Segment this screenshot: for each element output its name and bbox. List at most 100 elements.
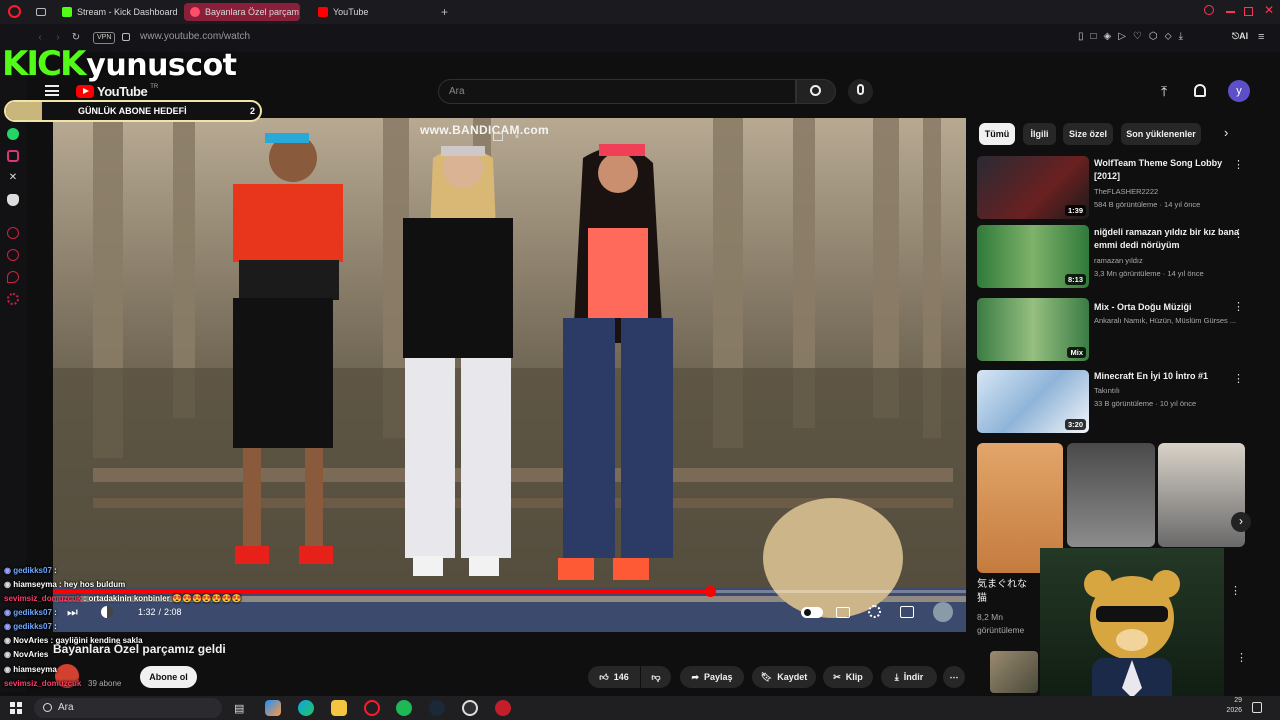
opera-logo-icon[interactable] — [8, 5, 21, 18]
thumbnail: 1:39 — [977, 156, 1089, 219]
maximize-icon[interactable] — [1244, 7, 1253, 16]
vpn-badge[interactable]: VPN — [93, 32, 116, 44]
back-icon[interactable]: ‹ — [34, 32, 46, 44]
lock-icon[interactable] — [122, 33, 130, 41]
short-thumbnail-penguin[interactable] — [1158, 443, 1245, 547]
chat-message: ◉ hiamseyma : hey hos buldum — [4, 580, 126, 589]
wooden-bench — [93, 468, 953, 482]
chat-message: ◉ NovAries — [4, 650, 49, 659]
instagram-icon[interactable] — [7, 150, 19, 162]
autoplay-toggle[interactable] — [801, 607, 823, 618]
close-window-icon[interactable]: ✕ — [1264, 3, 1274, 17]
more-actions-button[interactable]: ⋯ — [943, 666, 965, 688]
search-tabs-icon[interactable] — [1204, 5, 1214, 15]
minimize-icon[interactable] — [1226, 11, 1235, 13]
like-button[interactable]: 👍︎ 146 — [588, 666, 640, 688]
next-video-icon[interactable]: ⏭ — [67, 605, 78, 620]
volume-icon[interactable] — [101, 606, 113, 618]
chip-for-you[interactable]: Size özel — [1063, 123, 1113, 145]
settings-gear-icon[interactable] — [868, 605, 881, 618]
messenger-icon[interactable] — [7, 271, 19, 283]
history-icon[interactable] — [7, 249, 19, 261]
pause-overlay-icon[interactable]: ⏸ — [515, 132, 519, 142]
kick-logo: KICK — [2, 44, 86, 84]
subscribe-button[interactable]: Abone ol — [140, 666, 197, 688]
edge-icon[interactable] — [298, 700, 314, 716]
browser-tab-bar: Stream - Kick Dashboard Bayanlara Özel p… — [0, 0, 1280, 24]
chips-next-icon[interactable]: › — [1224, 125, 1228, 140]
more-options-icon[interactable]: ⋮ — [1233, 158, 1244, 171]
upload-icon[interactable]: ⤒ — [1161, 83, 1167, 100]
recommendation-item[interactable]: Mix Mix - Orta Doğu Müziği Ankaralı Namı… — [977, 298, 1267, 364]
notifications-bell-icon[interactable] — [1194, 84, 1206, 97]
chip-recent[interactable]: Son yüklenenler — [1121, 123, 1201, 145]
obs-icon[interactable] — [462, 700, 478, 716]
task-view-icon[interactable]: ▤ — [234, 702, 244, 715]
notification-center-icon[interactable] — [1252, 702, 1262, 713]
fullscreen-icon[interactable] — [933, 602, 953, 622]
youtube-logo[interactable]: YouTube TR — [76, 84, 158, 99]
save-button[interactable]: 🔖︎ Kaydet — [752, 666, 816, 688]
copilot-icon[interactable] — [265, 700, 281, 716]
search-button[interactable] — [796, 79, 836, 104]
url-field[interactable]: www.youtube.com/watch — [140, 31, 250, 42]
forward-icon[interactable]: › — [52, 32, 64, 44]
miniplayer-button-icon[interactable] — [900, 606, 914, 618]
tab-youtube-video[interactable]: Bayanlara Özel parçam — [184, 3, 300, 21]
bandicam-icon[interactable] — [495, 700, 511, 716]
tab-youtube[interactable]: YouTube — [312, 3, 432, 21]
x-twitter-icon[interactable]: ✕ — [7, 172, 19, 184]
short-views: 8,2 Mn görüntüleme — [977, 612, 1025, 635]
next-recommendation-thumbnail[interactable] — [990, 651, 1038, 693]
ai-button[interactable]: ⎋AI — [1232, 31, 1248, 42]
search-input[interactable]: Ara — [449, 86, 465, 97]
share-button[interactable]: ➦ Paylaş — [680, 666, 744, 688]
bear-avatar — [1084, 570, 1180, 720]
recommendation-item[interactable]: 8:13 niğdeli ramazan yıldız bir kız bana… — [977, 225, 1267, 291]
recommendation-item[interactable]: 3:20 Minecraft En İyi 10 İntro #1 Takınt… — [977, 370, 1267, 436]
workspaces-icon[interactable] — [36, 8, 46, 16]
steam-icon[interactable] — [429, 700, 445, 716]
short-more-icon[interactable]: ⋮ — [1230, 584, 1241, 597]
captions-icon[interactable] — [836, 607, 850, 618]
tab-kick-dashboard[interactable]: Stream - Kick Dashboard — [56, 3, 180, 21]
ai-label: AI — [1239, 31, 1249, 41]
clip-button[interactable]: ✂ Klip — [823, 666, 873, 688]
file-explorer-icon[interactable] — [331, 700, 347, 716]
download-button[interactable]: ⤓ İndir — [881, 666, 937, 688]
taskbar-search[interactable]: Ara — [34, 698, 222, 718]
start-button[interactable] — [10, 702, 22, 714]
miniplayer-icon[interactable] — [493, 133, 503, 141]
chip-related[interactable]: İlgili — [1023, 123, 1056, 145]
video-player[interactable]: www.BANDICAM.com ⏸ ⏭ 1:32 / 2:08 — [53, 118, 966, 632]
clock-time: 29 — [1234, 697, 1242, 704]
youtube-play-icon — [76, 85, 94, 98]
channel-name: TheFLASHER2222 — [1094, 187, 1159, 196]
reload-icon[interactable]: ↻ — [70, 32, 82, 44]
short-thumbnail-cat-2[interactable] — [1067, 443, 1155, 547]
more-options-icon[interactable]: ⋮ — [1236, 651, 1247, 664]
voice-search-button[interactable] — [848, 79, 873, 104]
more-options-icon[interactable]: ⋮ — [1233, 227, 1244, 240]
whatsapp-icon[interactable] — [7, 128, 19, 140]
settings-icon[interactable] — [7, 293, 19, 305]
menu-icon[interactable]: ≡ — [1258, 31, 1264, 43]
speed-dial-icon[interactable] — [7, 227, 19, 239]
taskbar-clock[interactable]: 29 2026 — [1222, 696, 1242, 716]
progress-track[interactable] — [53, 590, 966, 593]
avatar[interactable]: y — [1228, 80, 1250, 102]
new-tab-icon[interactable]: + — [441, 5, 448, 19]
more-options-icon[interactable]: ⋮ — [1233, 372, 1244, 385]
chip-all[interactable]: Tümü — [979, 123, 1015, 145]
discord-icon[interactable] — [7, 194, 19, 206]
chat-text: gayliğini kendine sakla — [55, 636, 143, 645]
search-box[interactable]: Ara — [438, 79, 796, 104]
thumbs-up-icon: 👍︎ — [599, 671, 609, 682]
dislike-button[interactable]: 👎︎ — [641, 666, 671, 688]
opera-taskbar-icon[interactable] — [364, 700, 380, 716]
shorts-next-icon[interactable]: › — [1231, 512, 1251, 532]
video-title: Minecraft En İyi 10 İntro #1 — [1094, 371, 1209, 381]
more-options-icon[interactable]: ⋮ — [1233, 300, 1244, 313]
spotify-icon[interactable] — [396, 700, 412, 716]
recommendation-item[interactable]: 1:39 WolfTeam Theme Song Lobby [2012] Th… — [977, 156, 1267, 222]
